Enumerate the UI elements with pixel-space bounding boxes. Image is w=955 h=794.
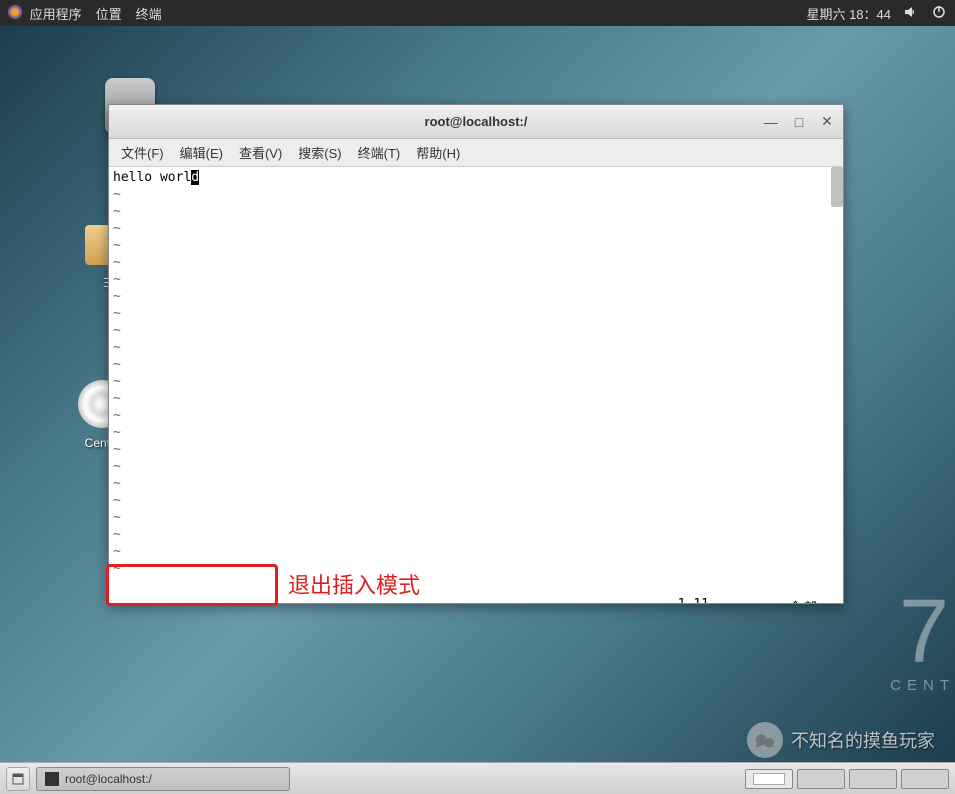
- vim-tilde: ~: [113, 407, 839, 424]
- vim-tilde: ~: [113, 509, 839, 526]
- maximize-button[interactable]: □: [791, 114, 807, 130]
- minimize-button[interactable]: —: [763, 114, 779, 130]
- vim-tilde: ~: [113, 390, 839, 407]
- vim-tilde: ~: [113, 356, 839, 373]
- terminal-body[interactable]: hello world ~ ~ ~ ~ ~ ~ ~ ~ ~ ~ ~ ~ ~ ~ …: [109, 167, 843, 603]
- terminal-icon: [45, 772, 59, 786]
- vim-tilde: ~: [113, 543, 839, 560]
- power-icon[interactable]: [931, 4, 947, 23]
- vim-tilde: ~: [113, 424, 839, 441]
- author-watermark: 不知名的摸鱼玩家: [747, 722, 935, 758]
- terminal-line-1: hello world: [113, 169, 839, 186]
- workspace-2[interactable]: [797, 769, 845, 789]
- vim-tilde: ~: [113, 237, 839, 254]
- centos-logo-icon: [8, 5, 22, 19]
- vim-tilde: ~: [113, 288, 839, 305]
- menu-view[interactable]: 查看(V): [235, 141, 286, 164]
- annotation-label: 退出插入模式: [288, 568, 420, 600]
- volume-icon[interactable]: [903, 4, 919, 23]
- vim-tilde: ~: [113, 305, 839, 322]
- cursor: d: [191, 170, 199, 185]
- vim-tilde: ~: [113, 373, 839, 390]
- wechat-icon: [747, 722, 783, 758]
- applications-label: 应用程序: [30, 7, 82, 22]
- workspace-switcher: [745, 769, 949, 789]
- terminal-menu[interactable]: 终端: [136, 4, 162, 23]
- menu-terminal[interactable]: 终端(T): [354, 141, 405, 164]
- menubar: 文件(F) 编辑(E) 查看(V) 搜索(S) 终端(T) 帮助(H): [109, 139, 843, 167]
- workspace-4[interactable]: [901, 769, 949, 789]
- vim-tilde: ~: [113, 492, 839, 509]
- vim-tilde: ~: [113, 458, 839, 475]
- close-button[interactable]: ✕: [819, 114, 835, 130]
- datetime-label[interactable]: 星期六 18：44: [806, 4, 891, 23]
- places-menu[interactable]: 位置: [96, 4, 122, 23]
- vim-tilde: ~: [113, 220, 839, 237]
- file-scope: 全部: [789, 597, 819, 603]
- menu-file[interactable]: 文件(F): [117, 141, 168, 164]
- centos-watermark-text: CENT: [890, 677, 955, 694]
- taskbar-window-terminal[interactable]: root@localhost:/: [36, 767, 290, 791]
- vim-tilde: ~: [113, 441, 839, 458]
- cursor-position: 1,11: [678, 597, 709, 603]
- vim-tilde: ~: [113, 339, 839, 356]
- workspace-1[interactable]: [745, 769, 793, 789]
- vim-tilde: ~: [113, 526, 839, 543]
- top-panel: 应用程序 位置 终端 星期六 18：44: [0, 0, 955, 26]
- centos-version-num: 7: [890, 587, 955, 677]
- annotation-box: [106, 564, 278, 606]
- scrollbar[interactable]: [831, 167, 843, 207]
- titlebar[interactable]: root@localhost:/ — □ ✕: [109, 105, 843, 139]
- menu-edit[interactable]: 编辑(E): [176, 141, 227, 164]
- menu-search[interactable]: 搜索(S): [294, 141, 345, 164]
- window-title: root@localhost:/: [425, 114, 528, 129]
- vim-tilde: ~: [113, 322, 839, 339]
- watermark-text: 不知名的摸鱼玩家: [791, 727, 935, 753]
- workspace-3[interactable]: [849, 769, 897, 789]
- centos-watermark: 7 CENT: [890, 587, 955, 694]
- vim-tilde: ~: [113, 475, 839, 492]
- taskbar-window-label: root@localhost:/: [65, 772, 152, 786]
- vim-tilde: ~: [113, 203, 839, 220]
- vim-tilde: ~: [113, 254, 839, 271]
- vim-tilde: ~: [113, 186, 839, 203]
- terminal-window: root@localhost:/ — □ ✕ 文件(F) 编辑(E) 查看(V)…: [108, 104, 844, 604]
- bottom-panel: root@localhost:/: [0, 762, 955, 794]
- applications-menu[interactable]: 应用程序: [8, 4, 82, 23]
- show-desktop-button[interactable]: [6, 767, 30, 791]
- menu-help[interactable]: 帮助(H): [412, 141, 464, 164]
- vim-tilde: ~: [113, 271, 839, 288]
